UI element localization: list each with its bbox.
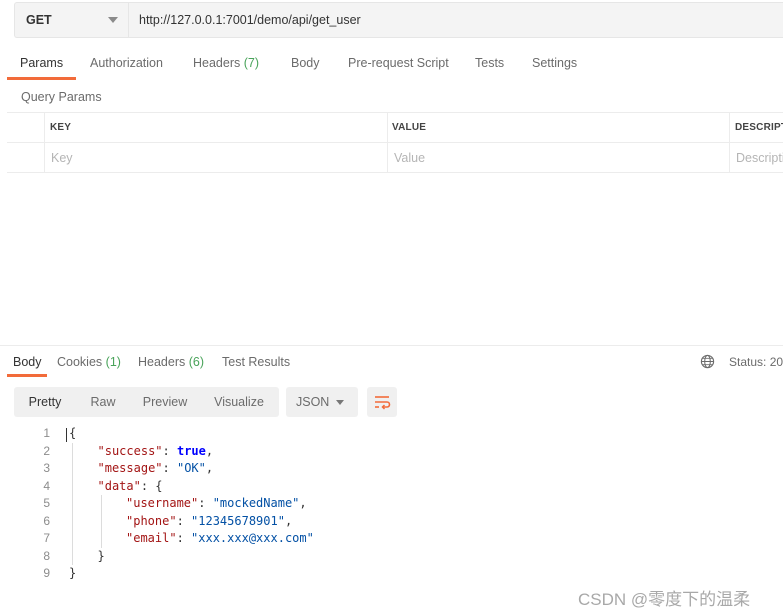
- code-text: "phone": "12345678901",: [126, 513, 293, 528]
- tab-pre-request-script[interactable]: Pre-request Script: [348, 56, 449, 70]
- tab-tests[interactable]: Tests: [475, 56, 504, 70]
- request-tabs: Params Authorization Headers (7) Body Pr…: [0, 52, 783, 80]
- tab-body[interactable]: Body: [291, 56, 320, 70]
- code-line: 9}: [0, 565, 783, 583]
- description-input[interactable]: Description: [736, 151, 783, 165]
- format-label: JSON: [296, 395, 330, 409]
- table-row: Key Value Description: [7, 143, 783, 173]
- chevron-down-icon: [336, 400, 344, 405]
- code-text: {: [69, 426, 77, 440]
- method-label: GET: [26, 13, 52, 27]
- code-text: "success": true,: [97, 443, 214, 458]
- preview-button[interactable]: Preview: [132, 387, 198, 417]
- line-number: 6: [43, 513, 50, 528]
- format-select[interactable]: JSON: [286, 387, 358, 417]
- code-line: 4 "data": {: [0, 478, 783, 496]
- url-input[interactable]: http://127.0.0.1:7001/demo/api/get_user: [128, 2, 783, 38]
- indent-guide: [100, 495, 102, 548]
- line-number: 5: [43, 496, 50, 510]
- params-table: KEY VALUE DESCRIPTION Key Value Descript…: [7, 112, 783, 173]
- active-response-tab-indicator: [7, 374, 47, 377]
- text-cursor: [66, 428, 67, 442]
- query-params-label: Query Params: [21, 90, 102, 104]
- code-text: "email": "xxx.xxx@xxx.com": [126, 531, 314, 545]
- raw-button[interactable]: Raw: [78, 387, 128, 417]
- line-number: 8: [43, 548, 50, 563]
- tab-settings[interactable]: Settings: [532, 56, 577, 70]
- line-number: 3: [43, 461, 50, 475]
- wrap-icon: [375, 396, 391, 410]
- response-tab-body[interactable]: Body: [13, 355, 42, 369]
- column-header-description: DESCRIPTION: [735, 122, 783, 133]
- column-divider: [44, 113, 45, 173]
- code-line: 3 "message": "OK",: [0, 460, 783, 478]
- code-text: }: [69, 566, 77, 580]
- watermark: CSDN @零度下的温柔: [578, 590, 751, 609]
- active-tab-indicator: [7, 77, 76, 80]
- tab-params[interactable]: Params: [20, 56, 63, 70]
- response-tab-headers[interactable]: Headers (6): [138, 355, 204, 369]
- pretty-button[interactable]: Pretty: [14, 387, 76, 417]
- headers-count: (7): [243, 56, 260, 70]
- code-text: "data": {: [97, 478, 163, 493]
- tab-headers[interactable]: Headers (7): [193, 56, 259, 70]
- line-number: 2: [43, 443, 50, 458]
- status-label: Status: 200: [729, 355, 783, 369]
- code-text: "message": "OK",: [97, 461, 214, 475]
- column-divider: [729, 113, 730, 173]
- line-number: 1: [43, 426, 50, 440]
- line-number: 7: [43, 531, 50, 545]
- indent-guide: [72, 442, 73, 565]
- response-tab-cookies[interactable]: Cookies (1): [57, 355, 121, 369]
- code-text: }: [97, 548, 105, 563]
- cookies-count: (1): [105, 355, 121, 369]
- key-input[interactable]: Key: [51, 151, 73, 165]
- globe-icon[interactable]: [700, 354, 715, 369]
- code-line: 6 "phone": "12345678901",: [0, 513, 783, 531]
- line-number: 4: [43, 478, 50, 493]
- column-header-key: KEY: [50, 122, 72, 133]
- visualize-button[interactable]: Visualize: [202, 387, 276, 417]
- code-line: 8}: [0, 548, 783, 566]
- code-line: 1{: [0, 425, 783, 443]
- view-mode-group: Pretty Raw Preview Visualize: [14, 387, 279, 417]
- code-line: 2 "success": true,: [0, 443, 783, 461]
- line-number: 9: [43, 566, 50, 580]
- response-tab-test-results[interactable]: Test Results: [222, 355, 290, 369]
- code-line: 7 "email": "xxx.xxx@xxx.com": [0, 530, 783, 548]
- wrap-lines-button[interactable]: [367, 387, 397, 417]
- method-select[interactable]: GET: [14, 2, 128, 38]
- code-line: 5 "username": "mockedName",: [0, 495, 783, 513]
- code-text: "username": "mockedName",: [126, 496, 307, 510]
- tab-authorization[interactable]: Authorization: [90, 56, 163, 70]
- response-headers-count: (6): [188, 355, 205, 369]
- table-header-row: KEY VALUE DESCRIPTION: [7, 113, 783, 143]
- url-text: http://127.0.0.1:7001/demo/api/get_user: [139, 13, 361, 27]
- chevron-down-icon: [108, 17, 118, 23]
- column-divider: [387, 113, 388, 173]
- column-header-value: VALUE: [392, 122, 427, 133]
- response-divider: [0, 345, 783, 346]
- value-input[interactable]: Value: [394, 151, 425, 165]
